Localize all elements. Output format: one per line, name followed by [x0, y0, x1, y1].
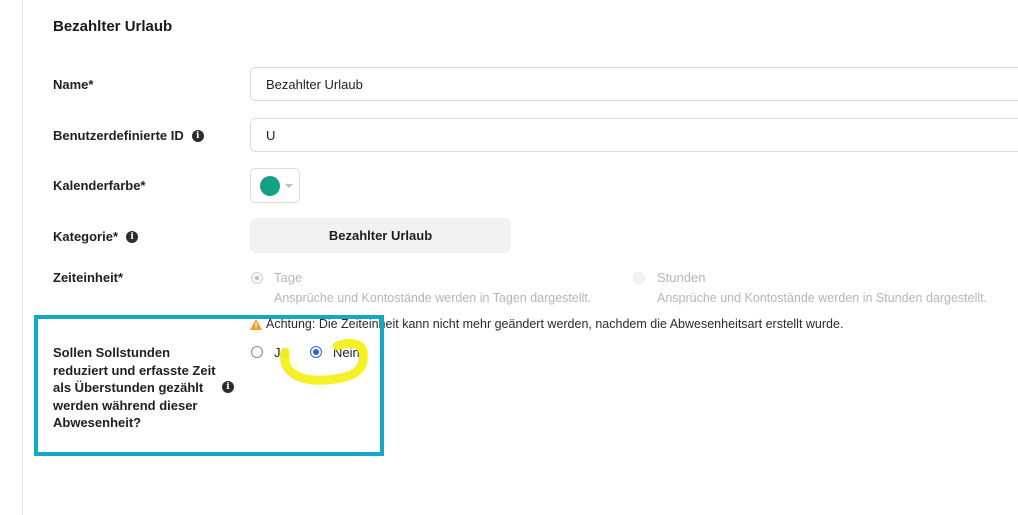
category-button[interactable]: Bezahlter Urlaub [250, 218, 511, 253]
calendar-color-label: Kalenderfarbe* [53, 178, 145, 193]
info-icon[interactable]: i [191, 129, 204, 142]
info-icon[interactable]: i [126, 230, 139, 243]
section-title: Bezahlter Urlaub [53, 18, 173, 35]
category-label-text: Kategorie* [53, 229, 119, 244]
calendar-color-picker[interactable] [250, 168, 300, 203]
name-label: Name* [53, 77, 93, 92]
custom-id-input[interactable]: U [250, 118, 1018, 152]
custom-id-label: Benutzerdefinierte ID i [53, 128, 204, 143]
color-swatch [260, 175, 280, 196]
name-input[interactable]: Bezahlter Urlaub [250, 67, 1018, 101]
time-unit-days-label: Tage [274, 270, 303, 285]
time-unit-label-text: Zeiteinheit* [53, 270, 124, 285]
time-unit-hours-radio[interactable] [633, 272, 645, 284]
time-unit-hours-label: Stunden [657, 270, 706, 285]
custom-id-label-text: Benutzerdefinierte ID [53, 128, 184, 143]
time-unit-hours-description: Ansprüche und Kontostände werden in Stun… [657, 291, 988, 305]
highlight-scribble [279, 339, 368, 385]
time-unit-label: Zeiteinheit* [53, 270, 123, 285]
time-unit-days-radio[interactable] [251, 272, 263, 284]
category-label: Kategorie* i [53, 229, 139, 244]
chevron-down-icon [285, 183, 293, 188]
calendar-color-label-text: Kalenderfarbe* [53, 178, 146, 193]
name-label-text: Name* [53, 77, 94, 92]
left-divider [22, 0, 23, 515]
time-unit-days-description: Ansprüche und Kontostände werden in Tage… [274, 291, 592, 305]
